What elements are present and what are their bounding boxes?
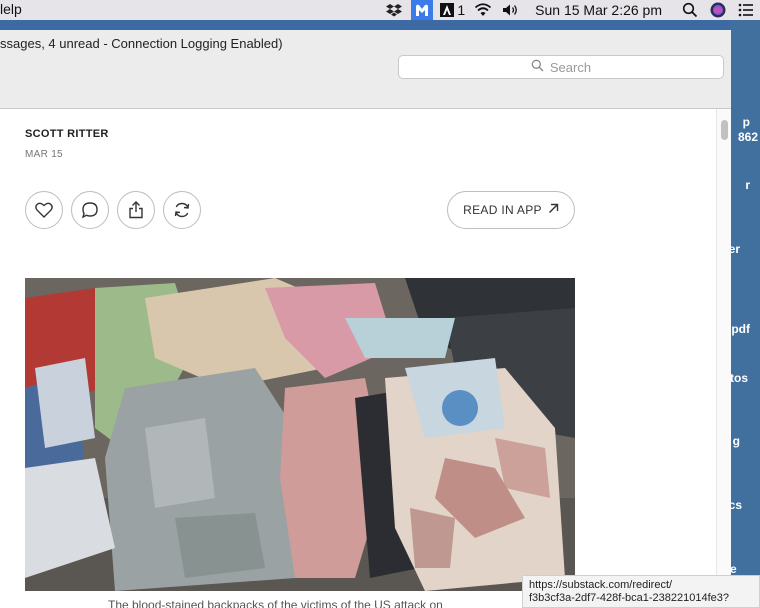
volume-icon[interactable] — [500, 0, 522, 20]
heart-icon — [35, 202, 53, 218]
adobe-badge-count: 1 — [457, 2, 466, 18]
status-url-line-2: f3b3cf3a-2df7-428f-bca1-238221014fe3? — [529, 592, 729, 604]
wifi-icon[interactable] — [472, 0, 494, 20]
menu-bar-extras: 1 Sun 15 Mar 2:26 pm — [380, 0, 760, 20]
status-url-line-1: https://substack.com/redirect/ — [529, 579, 673, 591]
search-icon — [531, 59, 544, 75]
post-date: MAR 15 — [25, 149, 63, 160]
image-caption: The blood-stained backpacks of the victi… — [108, 598, 443, 608]
desktop-file-label[interactable]: 862 — [738, 130, 758, 144]
desktop-file-label[interactable]: p — [743, 115, 750, 129]
read-in-app-label: READ IN APP — [463, 203, 542, 217]
menu-bar: lelp 1 Sun 15 Mar 2:26 pm — [0, 0, 760, 20]
post-image[interactable] — [25, 278, 575, 591]
scrollbar-thumb[interactable] — [721, 120, 728, 140]
siri-icon[interactable] — [707, 0, 729, 20]
refresh-icon — [174, 202, 190, 218]
malwarebytes-icon[interactable] — [411, 0, 434, 20]
dropbox-icon[interactable] — [383, 0, 405, 20]
search-input[interactable]: Search — [398, 55, 724, 79]
desktop-file-label[interactable]: r — [745, 178, 750, 192]
desktop-file-label[interactable]: g — [733, 434, 740, 448]
arrow-up-right-icon — [548, 203, 559, 217]
link-status-url: https://substack.com/redirect/ f3b3cf3a-… — [522, 575, 760, 608]
post-author[interactable]: SCOTT RITTER — [25, 128, 109, 140]
share-button[interactable] — [117, 191, 155, 229]
search-placeholder: Search — [549, 59, 592, 75]
notification-center-icon[interactable] — [735, 0, 757, 20]
message-content: SCOTT RITTER MAR 15 READ IN APP The bloo… — [0, 109, 716, 608]
menubar-clock[interactable]: Sun 15 Mar 2:26 pm — [535, 2, 662, 18]
desktop-file-label[interactable]: pdf — [731, 322, 750, 336]
comment-icon — [81, 202, 98, 219]
like-button[interactable] — [25, 191, 63, 229]
spotlight-search-icon[interactable] — [679, 0, 701, 20]
restack-button[interactable] — [163, 191, 201, 229]
desktop-file-label[interactable]: tos — [730, 371, 748, 385]
window-title: ssages, 4 unread - Connection Logging En… — [0, 36, 283, 51]
desktop-background: p 862 r er pdf tos g cs e or — [729, 20, 760, 608]
mail-window: ssages, 4 unread - Connection Logging En… — [0, 30, 731, 608]
read-in-app-button[interactable]: READ IN APP — [447, 191, 575, 229]
adobe-icon[interactable] — [439, 0, 455, 20]
toolbar-divider — [0, 84, 731, 108]
scrollbar[interactable] — [716, 109, 731, 608]
window-titlebar: ssages, 4 unread - Connection Logging En… — [0, 30, 731, 109]
menu-help[interactable]: lelp — [0, 1, 22, 17]
comment-button[interactable] — [71, 191, 109, 229]
share-icon — [129, 201, 143, 219]
